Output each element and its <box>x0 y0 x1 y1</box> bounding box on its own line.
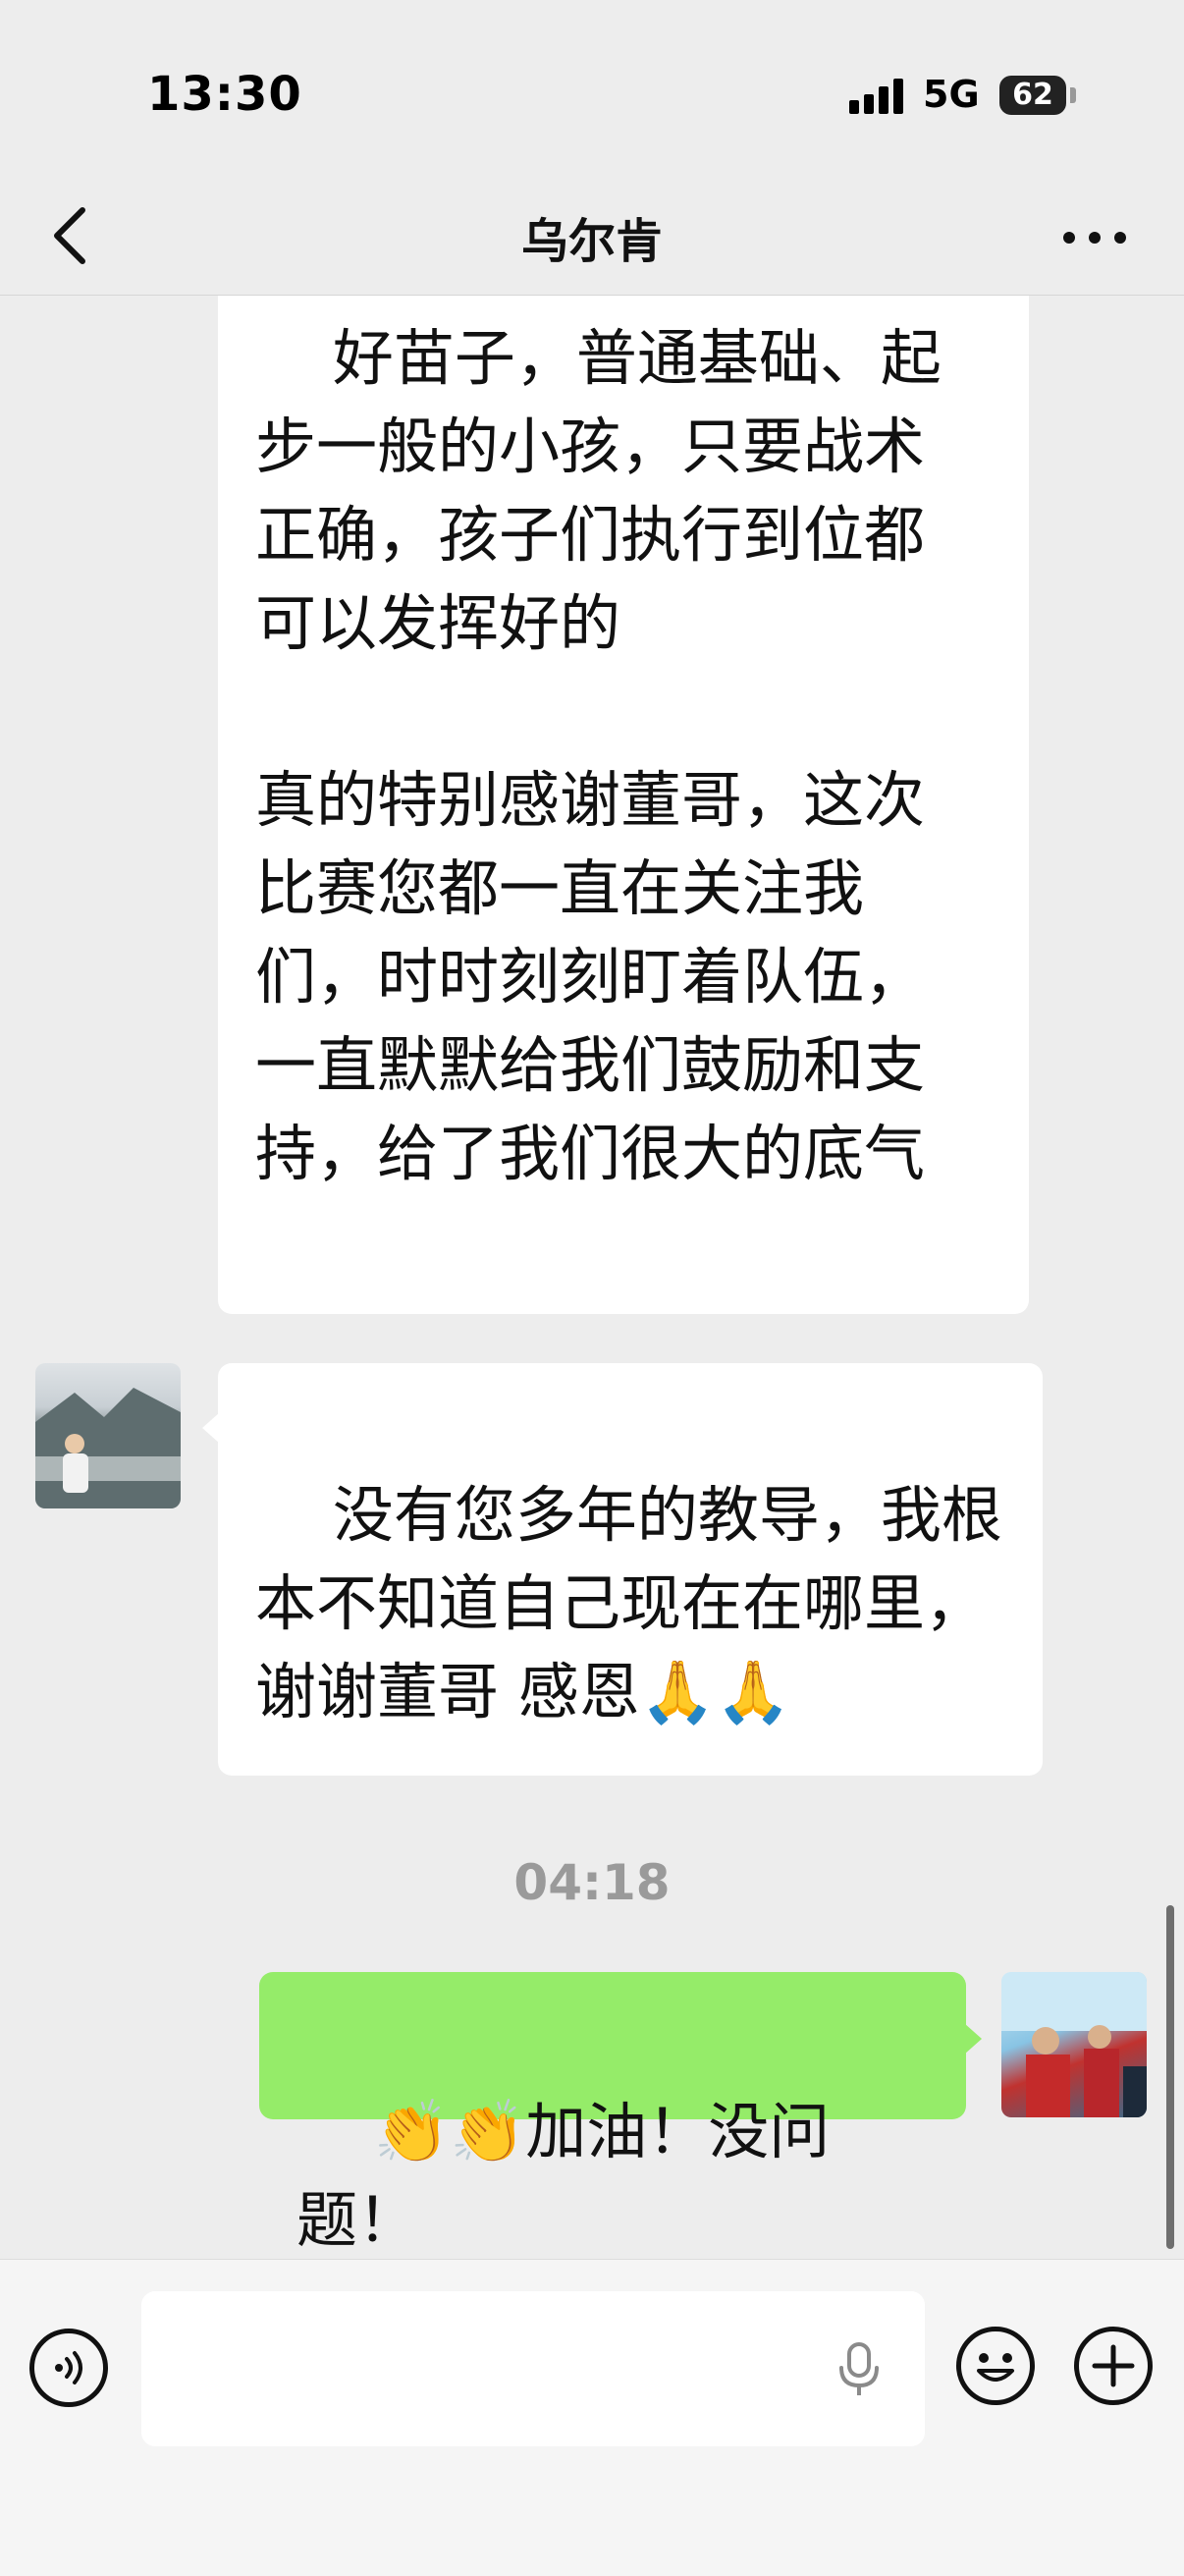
chat-header: 乌尔肯 <box>0 177 1184 296</box>
message-input[interactable] <box>141 2291 925 2446</box>
mic-icon[interactable] <box>834 2340 884 2399</box>
chat-title: 乌尔肯 <box>520 214 663 269</box>
voice-icon[interactable] <box>29 2329 108 2407</box>
avatar-image <box>1001 1972 1147 2117</box>
scrollbar[interactable] <box>1166 1905 1174 2249</box>
message-timestamp: 04:18 <box>513 1854 671 1911</box>
more-dots-icon[interactable] <box>1055 208 1134 267</box>
input-bar <box>0 2259 1184 2576</box>
message-text: 没有您多年的教导，我根本不知道自己现在在哪里，谢谢董哥 感恩🙏🙏 <box>255 1479 1002 1727</box>
status-time: 13:30 <box>147 67 302 122</box>
battery-icon: 62 <box>999 76 1066 115</box>
emoji-icon[interactable] <box>956 2327 1035 2405</box>
message-bubble-incoming-long[interactable]: 好苗子，普通基础、起步一般的小孩，只要战术正确，孩子们执行到位都可以发挥好的 真… <box>218 167 1029 1314</box>
status-bar: 13:30 5G 62 <box>0 0 1184 177</box>
message-bubble-outgoing[interactable]: 👏👏加油！没问题！ <box>259 1972 982 2256</box>
network-label: 5G <box>923 73 980 116</box>
plus-icon[interactable] <box>1074 2327 1153 2405</box>
avatar-image <box>35 1388 181 1508</box>
message-text: 好苗子，普通基础、起步一般的小孩，只要战术正确，孩子们执行到位都可以发挥好的 真… <box>255 322 942 1189</box>
message-bubble-incoming[interactable]: 没有您多年的教导，我根本不知道自己现在在哪里，谢谢董哥 感恩🙏🙏 <box>202 1363 1043 1776</box>
message-text: 👏👏加油！没问题！ <box>296 2096 831 2256</box>
battery-level: 62 <box>1012 78 1053 112</box>
contact-avatar[interactable] <box>35 1363 181 1508</box>
battery-cap <box>1070 87 1076 103</box>
my-avatar[interactable] <box>1001 1972 1147 2117</box>
message-list[interactable]: 好苗子，普通基础、起步一般的小孩，只要战术正确，孩子们执行到位都可以发挥好的 真… <box>0 0 1184 2259</box>
signal-icon <box>849 79 908 114</box>
